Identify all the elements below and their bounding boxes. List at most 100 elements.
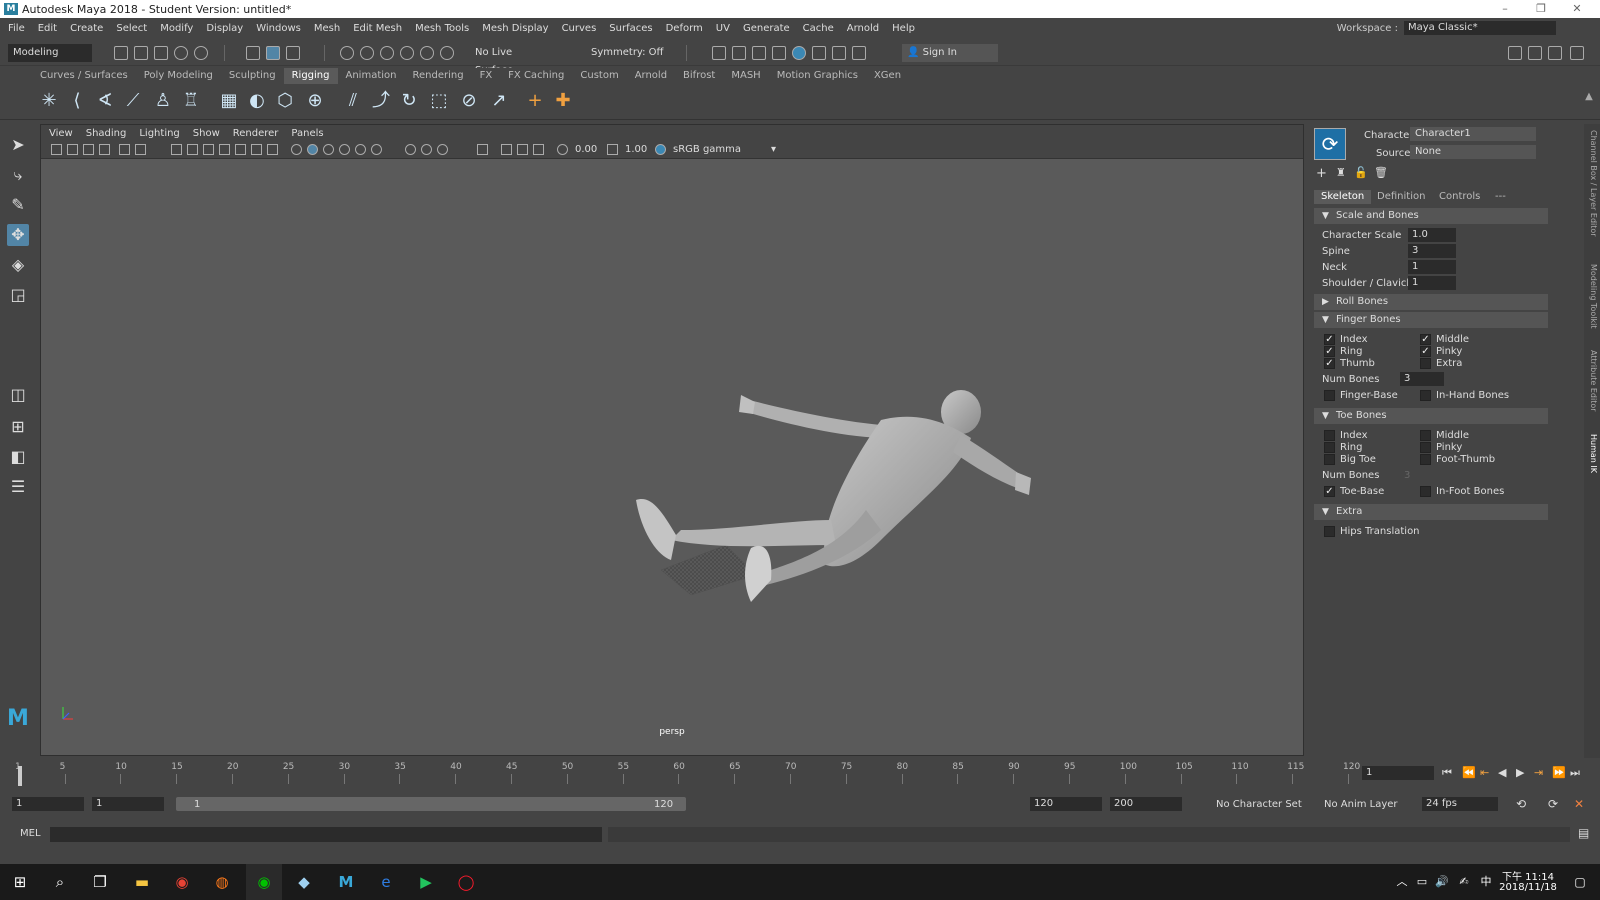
- neck-field[interactable]: 1: [1408, 260, 1456, 274]
- tab-rendering[interactable]: Rendering: [404, 68, 471, 84]
- tab-controls[interactable]: Controls: [1432, 190, 1487, 204]
- tab-custom[interactable]: Custom: [572, 68, 626, 84]
- tab-curves-surfaces[interactable]: Curves / Surfaces: [32, 68, 136, 84]
- select-component-icon[interactable]: [286, 46, 300, 60]
- tab-more[interactable]: ---: [1488, 190, 1513, 204]
- tab-skeleton[interactable]: Skeleton: [1314, 190, 1372, 204]
- grid-icon[interactable]: [171, 144, 182, 155]
- edge-icon[interactable]: e: [374, 870, 398, 894]
- gamma-icon[interactable]: [607, 144, 618, 155]
- bind-skin-icon[interactable]: ▦: [218, 90, 240, 112]
- range-slider[interactable]: [176, 797, 686, 811]
- chrome-icon[interactable]: ◉: [170, 870, 194, 894]
- finger-num-bones-field[interactable]: 3: [1400, 372, 1444, 386]
- maya-taskbar-icon[interactable]: M: [334, 870, 358, 894]
- menu-display[interactable]: Display: [206, 23, 243, 34]
- arnold-render-icon[interactable]: [812, 46, 826, 60]
- notifications-icon[interactable]: ▢: [1568, 870, 1592, 894]
- minimize-icon[interactable]: –: [1490, 0, 1520, 18]
- ik-spline-icon[interactable]: ∢: [94, 90, 116, 112]
- firefox-icon[interactable]: ◍: [210, 870, 234, 894]
- outliner-icon[interactable]: ☰: [7, 476, 29, 498]
- vp-menu-shading[interactable]: Shading: [86, 128, 127, 139]
- notes-app-icon[interactable]: ◆: [292, 870, 316, 894]
- step-forward-key-icon[interactable]: ⇥: [1534, 766, 1543, 779]
- safe-action-icon[interactable]: [251, 144, 262, 155]
- tab-fx[interactable]: FX: [472, 68, 501, 84]
- finger-index-checkbox[interactable]: ✓: [1324, 334, 1335, 345]
- wire-on-shaded-icon[interactable]: [323, 144, 334, 155]
- move-tool-icon[interactable]: ✥: [7, 224, 29, 246]
- source-dropdown[interactable]: None: [1410, 145, 1536, 159]
- volume-icon[interactable]: 🔊: [1430, 870, 1454, 894]
- render-current-icon[interactable]: [712, 46, 726, 60]
- vp-menu-panels[interactable]: Panels: [291, 128, 323, 139]
- select-object-icon[interactable]: [266, 46, 280, 60]
- textured-hud-icon[interactable]: [517, 144, 528, 155]
- command-input[interactable]: [50, 827, 602, 842]
- tab-animation[interactable]: Animation: [338, 68, 405, 84]
- menu-arnold[interactable]: Arnold: [847, 23, 879, 34]
- side-tab-modeling-toolkit[interactable]: Modeling Toolkit: [1586, 264, 1598, 328]
- script-editor-icon[interactable]: ▤: [1578, 826, 1589, 840]
- side-tab-channel-box[interactable]: Channel Box / Layer Editor: [1586, 130, 1598, 237]
- tab-sculpting[interactable]: Sculpting: [221, 68, 284, 84]
- current-time-marker[interactable]: [18, 766, 22, 786]
- current-frame-field[interactable]: 1: [1362, 766, 1434, 780]
- layout-icon-2[interactable]: [1528, 46, 1542, 60]
- menu-windows[interactable]: Windows: [256, 23, 301, 34]
- vp-menu-view[interactable]: View: [49, 128, 73, 139]
- media-player-icon[interactable]: ▶: [414, 870, 438, 894]
- shelf-scroll-icon[interactable]: ▲: [1578, 86, 1600, 108]
- snap-view-plane-icon[interactable]: [400, 46, 414, 60]
- hud-icon[interactable]: [501, 144, 512, 155]
- color-management-icon[interactable]: [655, 144, 666, 155]
- fps-dropdown[interactable]: 24 fps: [1422, 797, 1498, 811]
- select-tool-icon[interactable]: ➤: [7, 134, 29, 156]
- xray-icon[interactable]: [405, 144, 416, 155]
- finger-base-checkbox[interactable]: [1324, 390, 1335, 401]
- camera-select-icon[interactable]: [51, 144, 62, 155]
- windows-start-icon[interactable]: ⊞: [8, 870, 32, 894]
- hypershade-icon[interactable]: [772, 46, 786, 60]
- menu-curves[interactable]: Curves: [562, 23, 597, 34]
- finger-thumb-checkbox[interactable]: ✓: [1324, 358, 1335, 369]
- tab-definition[interactable]: Definition: [1370, 190, 1432, 204]
- toe-num-bones-field[interactable]: 3: [1404, 470, 1410, 481]
- gamma-field[interactable]: 1.00: [625, 143, 653, 157]
- tab-arnold[interactable]: Arnold: [627, 68, 675, 84]
- select-hierarchy-icon[interactable]: [246, 46, 260, 60]
- parent-constraint-icon[interactable]: ⫽: [342, 90, 364, 112]
- tab-fx-caching[interactable]: FX Caching: [500, 68, 572, 84]
- anim-end-field[interactable]: 120: [1030, 797, 1102, 811]
- step-back-key-icon[interactable]: ⇤: [1480, 766, 1489, 779]
- in-hand-bones-checkbox[interactable]: [1420, 390, 1431, 401]
- aim-constraint-icon[interactable]: ⊘: [458, 90, 480, 112]
- delete-icon[interactable]: 🗑: [1374, 166, 1388, 179]
- menu-surfaces[interactable]: Surfaces: [609, 23, 652, 34]
- finger-extra-checkbox[interactable]: [1420, 358, 1431, 369]
- chevron-down-icon[interactable]: ▾: [771, 143, 783, 157]
- line-app-icon[interactable]: ◉: [246, 864, 282, 900]
- side-tab-human-ik[interactable]: Human IK: [1586, 434, 1598, 473]
- play-forward-icon[interactable]: ▶: [1516, 766, 1524, 779]
- section-roll-bones[interactable]: ▶ Roll Bones: [1314, 294, 1548, 310]
- auto-key-icon[interactable]: ⟳: [1548, 797, 1558, 811]
- character-icon[interactable]: ♜: [1336, 166, 1346, 179]
- new-scene-icon[interactable]: [114, 46, 128, 60]
- character-set-dropdown[interactable]: No Character Set: [1216, 799, 1302, 810]
- field-chart-icon[interactable]: [235, 144, 246, 155]
- go-to-end-icon[interactable]: ⏭: [1570, 766, 1580, 780]
- menu-mesh-display[interactable]: Mesh Display: [482, 23, 548, 34]
- end-time-field[interactable]: 200: [1110, 797, 1182, 811]
- finger-ring-checkbox[interactable]: ✓: [1324, 346, 1335, 357]
- point-constraint-icon[interactable]: ⤴: [370, 90, 392, 112]
- film-gate-icon[interactable]: [187, 144, 198, 155]
- two-d-pan-icon[interactable]: [119, 144, 130, 155]
- smooth-shade-icon[interactable]: [307, 144, 318, 155]
- quick-rig-icon[interactable]: ♙: [152, 90, 174, 112]
- finger-pinky-checkbox[interactable]: ✓: [1420, 346, 1431, 357]
- ik-handle-icon[interactable]: ⟨: [66, 90, 88, 112]
- task-view-icon[interactable]: ❐: [88, 870, 112, 894]
- gate-mask-icon[interactable]: [219, 144, 230, 155]
